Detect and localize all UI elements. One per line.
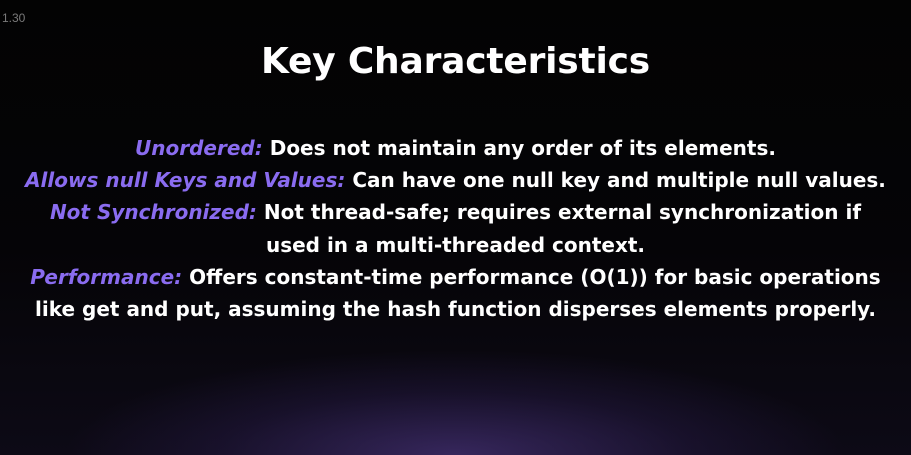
characteristic-term: Performance: bbox=[30, 264, 183, 289]
characteristic-term: Not Synchronized: bbox=[49, 200, 257, 225]
characteristic-description: Not thread-safe; requires external synch… bbox=[263, 200, 862, 257]
characteristic-description: Can have one null key and multiple null … bbox=[352, 168, 886, 193]
characteristic-term: Allows null Keys and Values: bbox=[25, 168, 346, 193]
slide: 1.30 Key Characteristics Unordered: Does… bbox=[0, 0, 911, 455]
characteristic-term: Unordered: bbox=[135, 136, 263, 160]
characteristic-unordered: Unordered: Does not maintain any order o… bbox=[20, 132, 891, 164]
characteristic-null-keys: Allows null Keys and Values: Can have on… bbox=[20, 164, 891, 196]
characteristic-not-synchronized: Not Synchronized: Not thread-safe; requi… bbox=[20, 196, 891, 260]
characteristic-description: Does not maintain any order of its eleme… bbox=[269, 136, 776, 160]
version-label: 1.30 bbox=[2, 11, 26, 25]
characteristic-performance: Performance: Offers constant-time perfor… bbox=[20, 261, 891, 325]
characteristics-list: Unordered: Does not maintain any order o… bbox=[20, 132, 891, 325]
slide-title: Key Characteristics bbox=[260, 41, 651, 82]
